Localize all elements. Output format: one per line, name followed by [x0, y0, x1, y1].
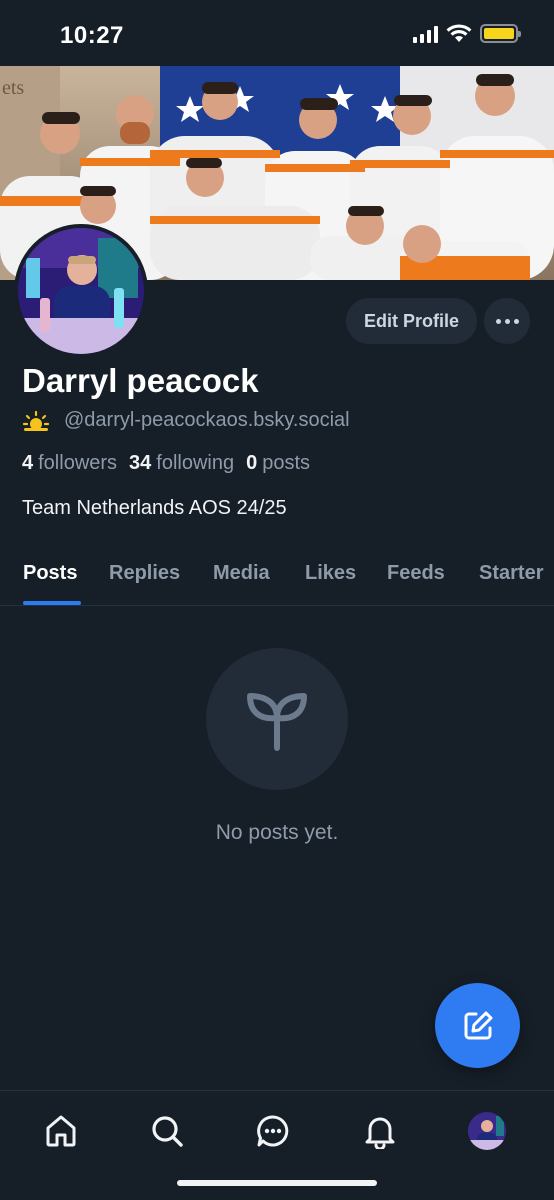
status-bar: 10:27	[0, 0, 554, 66]
nav-chat[interactable]	[253, 1111, 293, 1151]
nav-profile[interactable]	[467, 1111, 507, 1151]
profile-tabs: Posts Replies Media Likes Feeds Starter	[0, 540, 554, 606]
display-name: Darryl peacock	[22, 362, 259, 399]
home-indicator	[177, 1180, 377, 1186]
nav-home[interactable]	[41, 1111, 81, 1151]
status-time: 10:27	[60, 22, 124, 49]
following-link[interactable]: 34 following	[129, 452, 234, 475]
compose-icon	[464, 1011, 492, 1039]
wifi-icon	[446, 24, 472, 42]
empty-state-message: No posts yet.	[215, 821, 339, 844]
bell-icon	[365, 1117, 395, 1149]
tab-starter-packs[interactable]: Starter	[479, 562, 543, 585]
ellipsis-icon	[495, 318, 501, 324]
profile-handle[interactable]: @darryl-peacockaos.bsky.social	[64, 409, 350, 432]
cellular-signal-icon	[413, 25, 438, 43]
chat-icon	[257, 1115, 289, 1147]
tab-replies[interactable]: Replies	[109, 562, 180, 585]
banner-sign-text: ets	[2, 77, 24, 99]
home-icon	[46, 1115, 76, 1147]
more-options-button[interactable]	[484, 298, 530, 344]
followers-count: 4	[22, 452, 34, 474]
profile-avatar-thumbnail	[468, 1112, 506, 1150]
search-icon	[152, 1116, 183, 1147]
posts-label: posts	[262, 452, 311, 474]
sun-behind-cloud-icon	[22, 410, 50, 431]
tab-likes[interactable]: Likes	[305, 562, 356, 585]
active-tab-indicator	[23, 601, 81, 605]
battery-icon	[480, 24, 521, 43]
posts-stat: 0 posts	[246, 452, 310, 475]
profile-avatar[interactable]	[14, 224, 148, 358]
empty-state-icon-container	[206, 648, 348, 790]
status-icons	[413, 24, 521, 43]
profile-bio: Team Netherlands AOS 24/25	[22, 497, 287, 519]
edit-profile-button[interactable]: Edit Profile	[346, 298, 477, 344]
sprout-icon	[247, 693, 307, 751]
followers-link[interactable]: 4 followers	[22, 452, 117, 475]
handle-row: @darryl-peacockaos.bsky.social	[22, 409, 350, 432]
posts-count: 0	[246, 452, 258, 474]
nav-notifications[interactable]	[360, 1111, 400, 1151]
followers-label: followers	[38, 452, 118, 474]
following-count: 34	[129, 452, 152, 474]
following-label: following	[156, 452, 235, 474]
nav-search[interactable]	[147, 1111, 187, 1151]
tab-feeds[interactable]: Feeds	[387, 562, 445, 585]
tab-posts[interactable]: Posts	[23, 562, 77, 585]
tab-media[interactable]: Media	[213, 562, 270, 585]
profile-stats: 4 followers 34 following 0 posts	[22, 452, 310, 475]
compose-post-button[interactable]	[435, 983, 520, 1068]
